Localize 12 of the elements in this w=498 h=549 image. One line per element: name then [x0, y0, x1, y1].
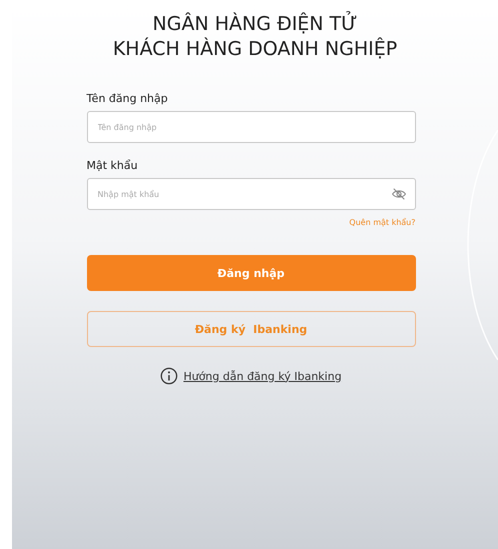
- username-field[interactable]: Tên đăng nhập: [86, 111, 416, 143]
- field-label: Tên đăng nhập: [86, 92, 169, 105]
- page-title: KHÁCH HÀNG DOANH NGHIỆP: [112, 37, 398, 62]
- password-field[interactable]: Nhập mật khẩu: [86, 178, 416, 210]
- login-button[interactable]: Đăng nhập: [86, 255, 416, 291]
- page-title: NGÂN HÀNG ĐIỆN TỬ: [152, 12, 358, 37]
- forgot-password-link[interactable]: Quên mật khẩu?: [349, 218, 416, 227]
- field-label: Mật khẩu: [86, 159, 139, 172]
- eye-off-icon[interactable]: [392, 188, 406, 200]
- info-icon: [160, 367, 178, 385]
- register-button[interactable]: Đăng ký Ibanking: [86, 311, 416, 347]
- registration-guide-link[interactable]: Hướng dẫn đăng ký Ibanking: [183, 370, 342, 382]
